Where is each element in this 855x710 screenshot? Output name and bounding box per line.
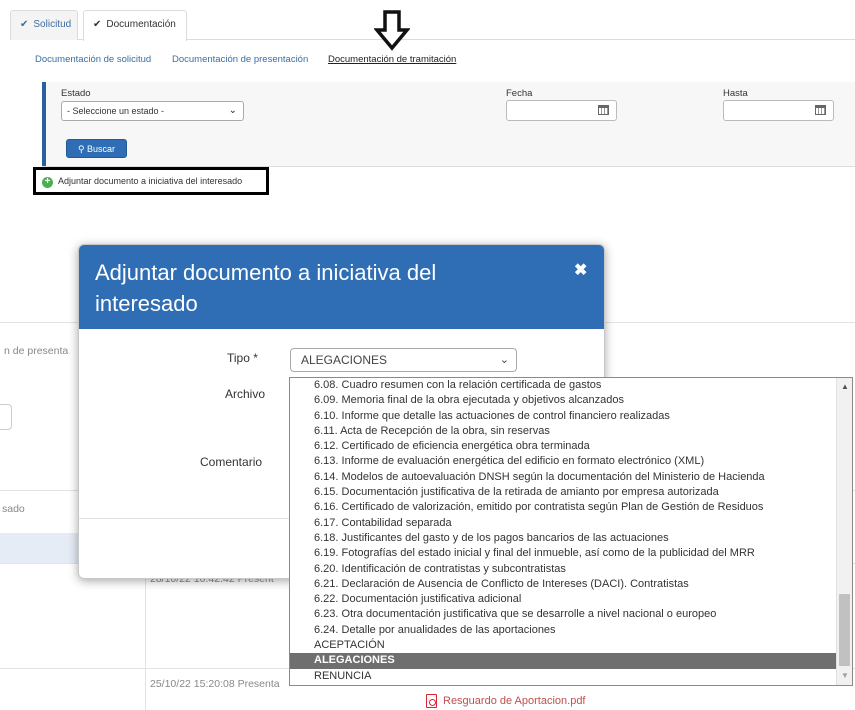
dropdown-option[interactable]: 6.24. Detalle por anualidades de las apo… [290, 623, 836, 638]
filter-panel: Estado - Seleccione un estado - ⌄ Fecha … [42, 82, 855, 166]
dropdown-option[interactable]: 6.16. Certificado de valorización, emiti… [290, 500, 836, 515]
tabs-bar: ✔ Solicitud ✔ Documentación [0, 0, 855, 41]
subtab-presentacion[interactable]: Documentación de presentación [172, 54, 308, 65]
archivo-label: Archivo [225, 387, 266, 401]
dropdown-option[interactable]: ACEPTACIÓN [290, 638, 836, 653]
buscar-button[interactable]: ⚲ Buscar [66, 139, 127, 158]
check-icon: ✔ [93, 19, 102, 30]
add-icon: + [42, 177, 53, 188]
check-icon: ✔ [20, 19, 29, 30]
chevron-down-icon: ⌄ [228, 105, 237, 116]
chevron-down-icon: ⌄ [499, 354, 509, 366]
fecha-label: Fecha [506, 88, 533, 99]
scroll-up-icon[interactable]: ▲ [837, 380, 853, 394]
dropdown-option[interactable]: 6.15. Documentación justificativa de la … [290, 485, 836, 500]
subtab-solicitud[interactable]: Documentación de solicitud [35, 54, 151, 65]
calendar-icon[interactable] [815, 105, 826, 115]
dropdown-option[interactable]: 6.21. Declaración de Ausencia de Conflic… [290, 577, 836, 592]
tab-documentacion[interactable]: ✔ Documentación [83, 10, 187, 41]
calendar-icon[interactable] [598, 105, 609, 115]
dropdown-option[interactable]: 6.10. Informe que detalle las actuacione… [290, 409, 836, 424]
dropdown-option[interactable]: 6.17. Contabilidad separada [290, 516, 836, 531]
attach-document-link[interactable]: + Adjuntar documento a iniciativa del in… [33, 167, 269, 195]
close-icon[interactable]: ✖ [574, 260, 587, 280]
dropdown-option[interactable]: 6.11. Acta de Recepción de la obra, sin … [290, 424, 836, 439]
pdf-link[interactable]: Resguardo de Aportacion.pdf [443, 695, 586, 707]
dropdown-option[interactable]: 6.12. Certificado de eficiencia energéti… [290, 439, 836, 454]
dropdown-option[interactable]: 6.09. Memoria final de la obra ejecutada… [290, 393, 836, 408]
tab-solicitud[interactable]: ✔ Solicitud [10, 10, 78, 40]
bg-column-divider [145, 563, 146, 710]
bg-row-highlight [0, 533, 80, 563]
dropdown-option[interactable]: 6.13. Informe de evaluación energética d… [290, 454, 836, 469]
subtab-tramitacion[interactable]: Documentación de tramitación [328, 54, 456, 65]
dropdown-option[interactable]: 6.23. Otra documentación justificativa q… [290, 607, 836, 622]
comentario-label: Comentario [200, 455, 263, 469]
attach-document-label: Adjuntar documento a iniciativa del inte… [58, 176, 243, 186]
down-arrow-icon [374, 10, 410, 51]
dropdown-scrollbar[interactable]: ▲ ▼ [836, 378, 852, 685]
scroll-down-icon[interactable]: ▼ [837, 669, 853, 683]
dropdown-option[interactable]: 6.20. Identificación de contratistas y s… [290, 562, 836, 577]
modal-title: Adjuntar documento a iniciativa del inte… [95, 260, 437, 316]
bg-status-fragment: sado [2, 503, 25, 515]
dropdown-option[interactable]: 6.08. Cuadro resumen con la relación cer… [290, 378, 836, 393]
dropdown-options: 6.08. Cuadro resumen con la relación cer… [290, 378, 836, 684]
estado-label: Estado [61, 88, 91, 99]
fecha-input[interactable] [506, 100, 617, 121]
tab-solicitud-label: Solicitud [33, 19, 72, 30]
estado-select[interactable]: - Seleccione un estado - ⌄ [61, 101, 244, 121]
bg-row-date: 25/10/22 15:20:08 Presenta [150, 678, 280, 690]
hasta-label: Hasta [723, 88, 748, 99]
scrollbar-thumb[interactable] [839, 594, 850, 666]
dropdown-option[interactable]: RENUNCIA [290, 669, 836, 684]
dropdown-option[interactable]: 6.19. Fotografías del estado inicial y f… [290, 546, 836, 561]
tab-documentacion-label: Documentación [106, 19, 176, 30]
hasta-input[interactable] [723, 100, 834, 121]
dropdown-option[interactable]: 6.14. Modelos de autoevaluación DNSH seg… [290, 470, 836, 485]
modal-header: Adjuntar documento a iniciativa del inte… [79, 245, 604, 329]
bg-tab-fragment: n de presenta [4, 345, 69, 357]
tipo-select[interactable]: ALEGACIONES ⌄ [290, 348, 517, 372]
estado-select-value: - Seleccione un estado - [67, 106, 165, 116]
buscar-label: Buscar [87, 144, 116, 154]
dropdown-option[interactable]: 6.22. Documentación justificativa adicio… [290, 592, 836, 607]
tipo-label: Tipo * [227, 351, 258, 365]
search-icon: ⚲ [77, 144, 85, 154]
tipo-dropdown-list[interactable]: 6.08. Cuadro resumen con la relación cer… [289, 377, 853, 686]
pdf-icon [426, 694, 437, 708]
bg-input-fragment [0, 404, 12, 430]
dropdown-option[interactable]: ALEGACIONES [290, 653, 836, 669]
tipo-select-value: ALEGACIONES [301, 353, 388, 367]
dropdown-option[interactable]: 6.18. Justificantes del gasto y de los p… [290, 531, 836, 546]
